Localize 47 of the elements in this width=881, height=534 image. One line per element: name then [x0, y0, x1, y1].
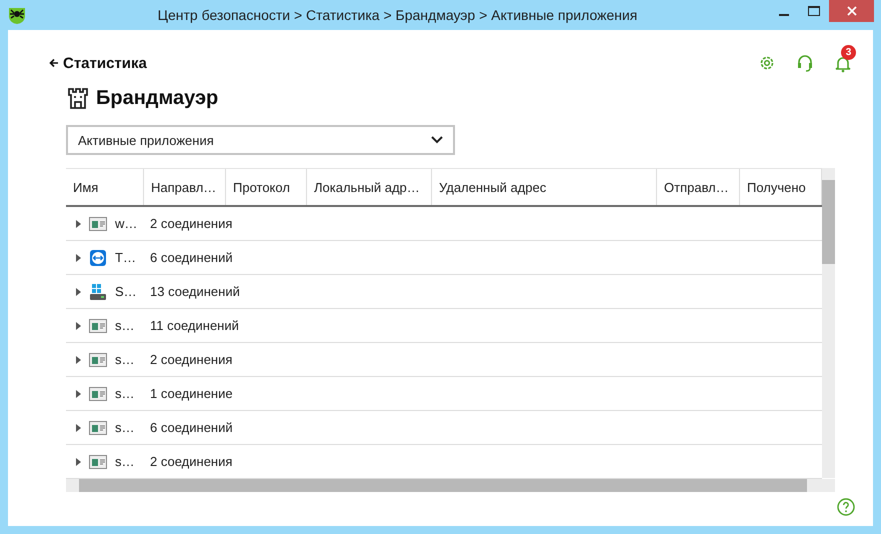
connection-count: 6 соединений [149, 420, 233, 435]
column-header[interactable]: Удаленный адрес [432, 169, 657, 205]
app-window-icon [89, 454, 107, 470]
app-name: s… [115, 454, 134, 469]
chevron-down-icon [431, 136, 443, 144]
page-heading: Брандмауэр [96, 86, 218, 110]
help-icon[interactable] [837, 498, 855, 516]
horizontal-scrollbar[interactable] [66, 479, 835, 492]
app-window-icon [89, 352, 107, 368]
back-link[interactable]: Статистика [49, 54, 147, 72]
close-button[interactable] [829, 0, 874, 22]
app-name: T… [115, 250, 136, 265]
connection-count: 11 соединений [149, 318, 239, 333]
connection-count: 13 соединений [149, 284, 240, 299]
app-window-icon [89, 318, 107, 334]
castle-icon [66, 86, 90, 110]
connection-count: 6 соединений [149, 250, 233, 265]
arrow-left-icon [49, 58, 59, 68]
app-name: s… [115, 318, 134, 333]
window-title: Центр безопасности > Статистика > Брандмауэр > Активные приложения [156, 7, 638, 23]
double-arrow-icon [89, 250, 107, 266]
column-header[interactable]: Имя [66, 169, 144, 205]
view-dropdown[interactable]: Активные приложения [66, 125, 455, 155]
app-name: s… [115, 352, 134, 367]
column-header[interactable]: Отправл… [657, 169, 740, 205]
server-icon [89, 284, 107, 300]
column-header[interactable]: Направл… [144, 169, 226, 205]
notification-badge: 3 [841, 45, 856, 60]
minimize-icon [779, 14, 789, 16]
app-name: w… [115, 216, 138, 231]
app-window-icon [89, 420, 107, 436]
app-window-icon [89, 386, 107, 402]
app-name: S… [115, 284, 137, 299]
app-name: s… [115, 420, 134, 435]
close-icon [846, 6, 856, 16]
headset-icon[interactable] [795, 53, 815, 73]
app-window-icon [89, 216, 107, 232]
spider-logo-icon [8, 6, 26, 24]
maximize-icon [808, 6, 820, 16]
column-header[interactable]: Локальный адр… [307, 169, 432, 205]
connection-count: 2 соединения [149, 216, 232, 231]
connection-count: 2 соединения [149, 352, 232, 367]
connection-count: 1 соединение [149, 386, 233, 401]
app-name: s… [115, 386, 134, 401]
connection-count: 2 соединения [149, 454, 232, 469]
column-header[interactable]: Протокол [226, 169, 307, 205]
vertical-scrollbar[interactable] [822, 168, 835, 478]
